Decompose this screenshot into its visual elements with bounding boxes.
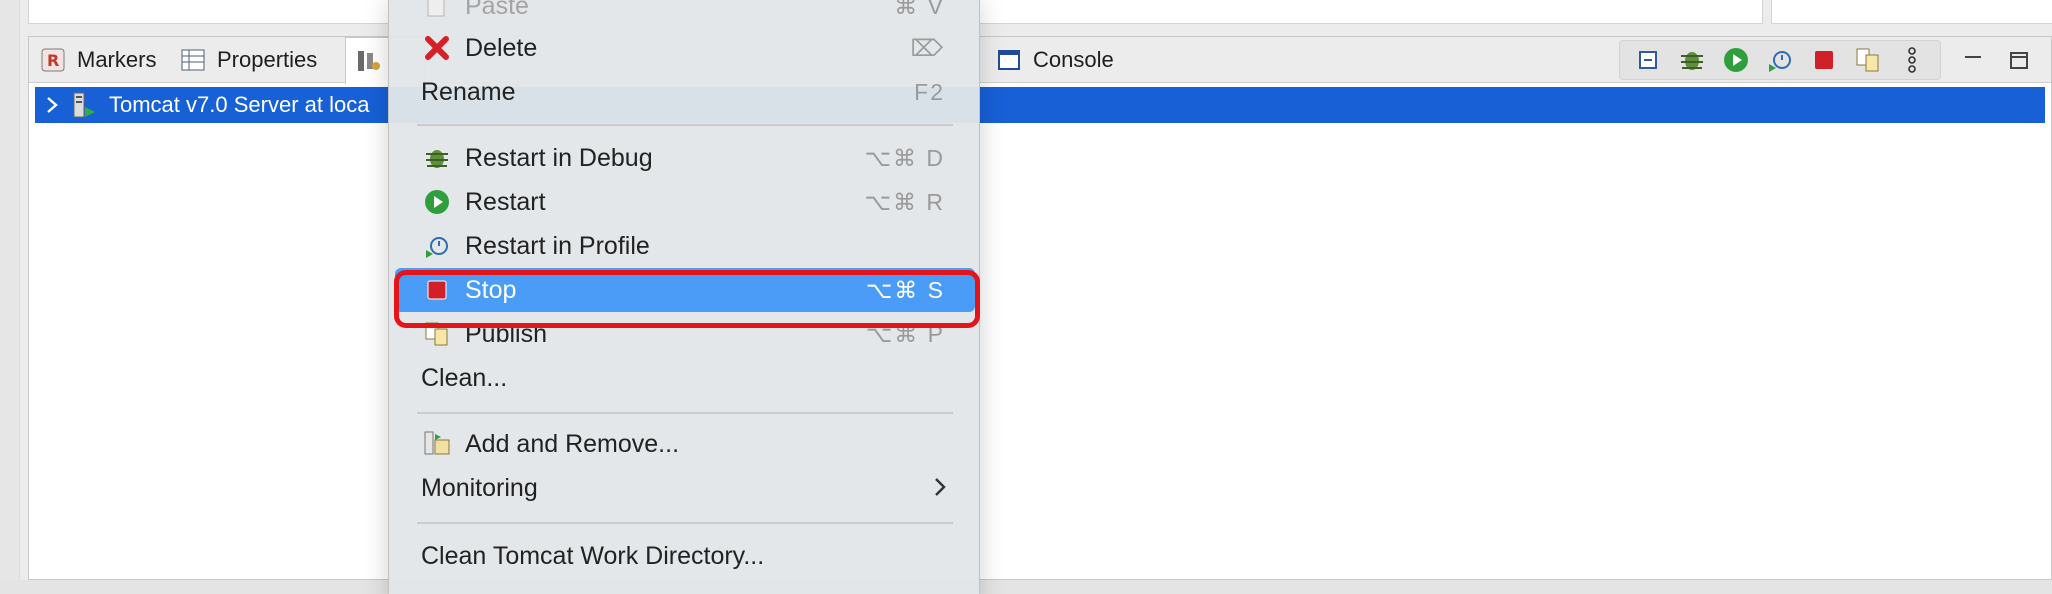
publish-icon[interactable] — [1852, 44, 1884, 76]
menu-item-monitoring[interactable]: Monitoring — [395, 468, 975, 508]
collapse-all-icon[interactable] — [1632, 44, 1664, 76]
menu-item-restart-profile[interactable]: Restart in Profile — [395, 226, 975, 266]
menu-item-paste[interactable]: Paste ⌘ V — [395, 0, 975, 26]
view-tab-bar: R Markers Properties Console — [29, 37, 2051, 84]
view-menu-icon[interactable] — [1896, 44, 1928, 76]
menu-item-add-remove[interactable]: Add and Remove... — [395, 424, 975, 464]
status-strip — [0, 580, 2052, 594]
profile-icon[interactable] — [1764, 44, 1796, 76]
console-icon — [995, 46, 1023, 74]
context-menu: Paste ⌘ V Delete ⌦ Rename F2 Restart in … — [388, 0, 980, 594]
menu-item-clean-tomcat[interactable]: Clean Tomcat Work Directory... — [395, 536, 975, 576]
expand-chevron-icon[interactable] — [35, 96, 69, 114]
left-gutter — [0, 0, 20, 594]
outline-area — [1771, 0, 2052, 24]
markers-icon: R — [39, 46, 67, 74]
stop-icon[interactable] — [1808, 44, 1840, 76]
menu-separator — [417, 124, 953, 126]
debug-icon[interactable] — [1676, 44, 1708, 76]
menu-item-delete[interactable]: Delete ⌦ — [395, 28, 975, 68]
tomcat-server-icon — [69, 90, 99, 120]
server-tree-row[interactable]: Tomcat v7.0 Server at loca — [35, 87, 2045, 123]
menu-item-publish[interactable]: Publish ⌥⌘ P — [395, 314, 975, 354]
server-label: Tomcat v7.0 Server at loca — [109, 92, 370, 117]
menu-item-restart-debug[interactable]: Restart in Debug ⌥⌘ D — [395, 138, 975, 178]
view-toolbar — [1619, 37, 2051, 83]
menu-separator — [417, 522, 953, 524]
menu-item-rename[interactable]: Rename F2 — [395, 72, 975, 112]
menu-item-restart[interactable]: Restart ⌥⌘ R — [395, 182, 975, 222]
minimize-icon[interactable] — [1957, 44, 1989, 76]
tab-markers[interactable]: R Markers — [31, 37, 164, 83]
maximize-icon[interactable] — [2003, 44, 2035, 76]
menu-item-clean[interactable]: Clean... — [395, 358, 975, 398]
publish-icon — [421, 318, 453, 350]
eclipse-window: R Markers Properties Console Tomcat v7.0… — [0, 0, 2052, 594]
properties-icon — [179, 46, 207, 74]
menu-separator — [417, 412, 953, 414]
servers-icon — [354, 47, 382, 75]
tab-label: Properties — [217, 47, 318, 72]
svg-text:R: R — [47, 51, 59, 70]
window-controls — [1941, 44, 2051, 76]
submenu-arrow-icon — [933, 473, 947, 504]
tab-label: Markers — [77, 47, 157, 72]
tab-label: Console — [1033, 47, 1114, 72]
delete-icon — [421, 32, 453, 64]
stop-icon — [421, 274, 453, 306]
restart-icon — [421, 186, 453, 218]
menu-item-stop[interactable]: Stop ⌥⌘ S — [395, 268, 975, 312]
debug-icon — [421, 142, 453, 174]
profile-icon — [421, 230, 453, 262]
tab-console[interactable]: Console — [987, 37, 1122, 83]
tab-properties[interactable]: Properties — [171, 37, 325, 83]
start-icon[interactable] — [1720, 44, 1752, 76]
paste-icon — [421, 0, 453, 22]
server-actions-group — [1619, 40, 1941, 80]
servers-view-panel: R Markers Properties Console Tomcat v7.0… — [28, 36, 2052, 580]
add-remove-icon — [421, 428, 453, 460]
